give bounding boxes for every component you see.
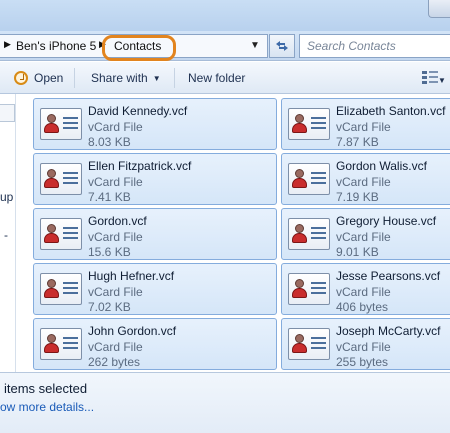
open-icon	[14, 71, 28, 85]
file-type: vCard File	[88, 340, 143, 354]
show-more-details-link[interactable]: ow more details...	[0, 400, 94, 414]
file-size: 406 bytes	[336, 300, 389, 314]
chevron-down-icon[interactable]: ▼	[438, 72, 446, 88]
file-size: 8.03 KB	[88, 135, 131, 149]
file-type: vCard File	[336, 120, 391, 134]
address-bar[interactable]: ▶ Ben's iPhone 5 ▶ Contacts ▼	[0, 34, 268, 61]
breadcrumb-device[interactable]: Ben's iPhone 5	[16, 39, 96, 53]
file-name: Gordon Walis.vcf	[336, 159, 427, 173]
file-type: vCard File	[88, 120, 143, 134]
file-type: vCard File	[336, 340, 391, 354]
file-item[interactable]: Jesse Pearsons.vcf vCard File 406 bytes	[281, 263, 450, 315]
vcard-icon	[288, 273, 330, 305]
file-item[interactable]: Elizabeth Santon.vcf vCard File 7.87 KB	[281, 98, 450, 150]
share-with-label: Share with	[91, 71, 148, 85]
search-box[interactable]	[299, 34, 450, 58]
window-close-button[interactable]	[428, 0, 450, 18]
selection-count: items selected	[4, 381, 88, 396]
file-name: Gordon.vcf	[88, 214, 147, 228]
file-name: Hugh Hefner.vcf	[88, 269, 175, 283]
file-size: 7.87 KB	[336, 135, 379, 149]
vcard-icon	[288, 108, 330, 140]
vcard-icon	[40, 108, 82, 140]
file-name: Ellen Fitzpatrick.vcf	[88, 159, 192, 173]
nav-item-label[interactable]: -	[4, 228, 8, 242]
toolbar-divider	[74, 68, 75, 88]
details-pane: items selected ow more details...	[0, 372, 450, 433]
vcard-icon	[40, 328, 82, 360]
file-type: vCard File	[336, 230, 391, 244]
nav-selected-item[interactable]	[0, 104, 15, 122]
command-bar: Open Share with ▼ New folder ▼	[0, 62, 450, 94]
refresh-button[interactable]	[269, 34, 295, 58]
file-item[interactable]: Joseph McCarty.vcf vCard File 255 bytes	[281, 318, 450, 370]
file-type: vCard File	[88, 230, 143, 244]
file-type: vCard File	[336, 285, 391, 299]
file-item[interactable]: Gordon Walis.vcf vCard File 7.19 KB	[281, 153, 450, 205]
nav-item-label[interactable]: up	[0, 190, 13, 204]
new-folder-button[interactable]: New folder	[188, 70, 245, 86]
file-name: Elizabeth Santon.vcf	[336, 104, 446, 118]
refresh-icon	[276, 41, 288, 51]
file-size: 255 bytes	[336, 355, 389, 369]
address-toolbar: ▶ Ben's iPhone 5 ▶ Contacts ▼	[0, 31, 450, 61]
file-item[interactable]: Hugh Hefner.vcf vCard File 7.02 KB	[33, 263, 277, 315]
view-options-icon[interactable]	[422, 70, 438, 85]
vcard-icon	[288, 163, 330, 195]
vcard-icon	[288, 328, 330, 360]
file-name: Jesse Pearsons.vcf	[336, 269, 441, 283]
window-title-bar	[0, 0, 450, 31]
vcard-icon	[40, 218, 82, 250]
file-size: 262 bytes	[88, 355, 141, 369]
file-size: 7.02 KB	[88, 300, 131, 314]
file-name: David Kennedy.vcf	[88, 104, 188, 118]
file-item[interactable]: Gordon.vcf vCard File 15.6 KB	[33, 208, 277, 260]
file-item[interactable]: Ellen Fitzpatrick.vcf vCard File 7.41 KB	[33, 153, 277, 205]
file-item[interactable]: Gregory House.vcf vCard File 9.01 KB	[281, 208, 450, 260]
file-item[interactable]: David Kennedy.vcf vCard File 8.03 KB	[33, 98, 277, 150]
file-item[interactable]: John Gordon.vcf vCard File 262 bytes	[33, 318, 277, 370]
highlight-outline	[102, 35, 176, 61]
file-list: David Kennedy.vcf vCard File 8.03 KB Elizab…	[17, 94, 450, 372]
file-size: 15.6 KB	[88, 245, 131, 259]
file-type: vCard File	[88, 175, 143, 189]
toolbar-divider	[174, 68, 175, 88]
open-label: Open	[34, 71, 64, 85]
new-folder-label: New folder	[188, 71, 246, 85]
vcard-icon	[288, 218, 330, 250]
file-name: Joseph McCarty.vcf	[336, 324, 441, 338]
vcard-icon	[40, 273, 82, 305]
file-type: vCard File	[336, 175, 391, 189]
chevron-down-icon[interactable]: ▼	[250, 40, 260, 51]
chevron-down-icon: ▼	[152, 73, 161, 83]
file-size: 9.01 KB	[336, 245, 379, 259]
search-input[interactable]	[300, 35, 450, 57]
file-size: 7.19 KB	[336, 190, 379, 204]
file-size: 7.41 KB	[88, 190, 131, 204]
navigation-pane: up -	[0, 94, 16, 372]
file-name: Gregory House.vcf	[336, 214, 437, 228]
share-with-button[interactable]: Share with ▼	[91, 70, 161, 86]
vcard-icon	[40, 163, 82, 195]
open-button[interactable]: Open	[14, 70, 63, 86]
breadcrumb-separator-icon[interactable]: ▶	[4, 39, 11, 50]
file-name: John Gordon.vcf	[88, 324, 177, 338]
file-type: vCard File	[88, 285, 143, 299]
